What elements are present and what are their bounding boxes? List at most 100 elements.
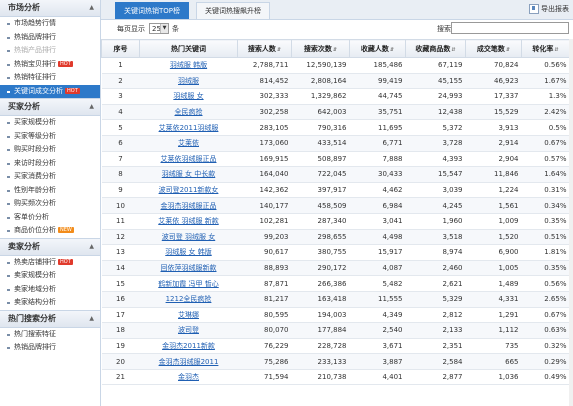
table-cell[interactable]: 波司登2011新款女 [139, 182, 238, 199]
table-cell[interactable]: 全民疯抢 [139, 104, 238, 121]
sidebar-item[interactable]: 买家等级分析 [0, 130, 100, 144]
search-input[interactable] [451, 22, 569, 34]
table-cell: 2,351 [405, 338, 466, 355]
sidebar-item[interactable]: 购买频次分析 [0, 197, 100, 211]
table-cell[interactable]: 金羽杰2011新款 [139, 338, 238, 355]
table-cell[interactable]: 艾莱依羽绒服正品 [139, 151, 238, 168]
table-cell[interactable]: 金羽杰 [139, 369, 238, 386]
table-cell: 11,555 [349, 291, 406, 308]
table-cell: 142,362 [237, 182, 292, 199]
column-header[interactable]: 搜索次数⇵ [291, 39, 350, 58]
sidebar-item[interactable]: 热门搜索特征 [0, 328, 100, 342]
table-cell[interactable]: 波司登 [139, 322, 238, 339]
table-cell: 17 [101, 307, 140, 324]
tab-rising-searches[interactable]: 关键词热搜飙升榜 [196, 2, 270, 19]
sidebar-item[interactable]: 买家消费分析 [0, 170, 100, 184]
sidebar-item[interactable]: 卖家结构分析 [0, 296, 100, 310]
keyword-link[interactable]: 羽绒服 女 韩版 [165, 248, 211, 256]
table-cell: 102,281 [237, 213, 292, 230]
sidebar-item[interactable]: 热销产品排行 [0, 44, 100, 58]
sidebar-item[interactable]: 性别年龄分析 [0, 184, 100, 198]
keyword-link[interactable]: 金羽杰羽绒服2011 [159, 358, 219, 366]
column-header[interactable]: 序号 [101, 39, 140, 58]
sidebar-item[interactable]: 热销品牌排行 [0, 341, 100, 355]
sidebar-item-label: 市场趋势行情 [14, 19, 56, 27]
sidebar-section-header[interactable]: 买家分析 ▲ [0, 98, 100, 116]
sidebar-item[interactable]: 热销宝贝排行 HOT [0, 58, 100, 72]
keyword-link[interactable]: 艾莱依羽绒服正品 [161, 155, 217, 163]
table-cell[interactable]: 金羽杰羽绒服正品 [139, 197, 238, 214]
keyword-link[interactable]: 艾莱依 羽绒服 新款 [158, 217, 218, 225]
keyword-link[interactable]: 羽绒服 [178, 77, 199, 85]
column-header[interactable]: 热门关键词 [139, 39, 238, 58]
table-cell[interactable]: 艾莱依 [139, 135, 238, 152]
keyword-link[interactable]: 羽绒服 韩版 [170, 61, 207, 69]
table-cell: 2 [101, 73, 140, 90]
keyword-link[interactable]: 艾莱依 [178, 139, 199, 147]
sidebar-section-header[interactable]: 热门搜索分析 ▲ [0, 309, 100, 328]
keyword-link[interactable]: 金羽杰2011新款 [162, 342, 215, 350]
column-header[interactable]: 搜索人数⇵ [237, 39, 292, 58]
column-header[interactable]: 成交笔数⇵ [465, 39, 522, 58]
sidebar-section-header[interactable]: 市场分析 ▲ [0, 0, 100, 17]
sidebar-item[interactable]: 热卖店铺排行 HOT [0, 256, 100, 270]
keyword-link[interactable]: 波司登 [178, 326, 199, 334]
table-cell: 4,393 [405, 151, 466, 168]
section-title: 热门搜索分析 [8, 313, 56, 323]
keyword-link[interactable]: 回依萍羽绒服新款 [161, 264, 217, 272]
table-cell[interactable]: 鹤新加霞 冯甲 皙心 [139, 275, 238, 292]
table-cell: 11,695 [349, 119, 406, 136]
column-header[interactable]: 转化率⇵ [521, 39, 570, 58]
sidebar-item[interactable]: 关键词成交分析 HOT [0, 84, 100, 98]
keyword-link[interactable]: 波司登 羽绒服 女 [162, 233, 215, 241]
column-header[interactable]: 收藏商品数⇵ [405, 39, 466, 58]
export-button[interactable]: 导出报表 [529, 4, 569, 15]
keyword-link[interactable]: 金羽杰 [178, 373, 199, 381]
keyword-link[interactable]: 羽绒服 女 [173, 92, 203, 100]
sidebar-item[interactable]: 热销特征排行 [0, 71, 100, 85]
table-cell[interactable]: 波司登 羽绒服 女 [139, 229, 238, 246]
sidebar-item[interactable]: 来访时段分析 [0, 157, 100, 171]
keyword-link[interactable]: 艾琳娜 [178, 311, 199, 319]
table-cell[interactable]: 羽绒服 女 韩版 [139, 244, 238, 261]
keyword-link[interactable]: 全民疯抢 [175, 108, 203, 116]
table-cell: 15,529 [465, 104, 522, 121]
table-cell: 722,045 [291, 166, 350, 183]
keyword-link[interactable]: 金羽杰羽绒服正品 [161, 202, 217, 210]
keyword-link[interactable]: 羽绒服 女 中长款 [162, 170, 215, 178]
sidebar-item[interactable]: 商品价位分析 NEW [0, 224, 100, 238]
table-cell: 21 [101, 369, 140, 386]
tab-top-sellers[interactable]: 关键词热销TOP榜 [115, 2, 190, 19]
table-cell[interactable]: 艾莱依 羽绒服 新款 [139, 213, 238, 230]
table-cell[interactable]: 金羽杰羽绒服2011 [139, 353, 238, 370]
keyword-link[interactable]: 鹤新加霞 冯甲 皙心 [158, 280, 218, 288]
table-cell: 0.56% [521, 275, 570, 292]
sidebar-item[interactable]: 卖家地域分析 [0, 283, 100, 297]
per-page-select[interactable]: 25 ▼ [149, 23, 169, 34]
sidebar-item[interactable]: 客单价分析 [0, 211, 100, 225]
sidebar-section-header[interactable]: 卖家分析 ▲ [0, 237, 100, 256]
table-cell[interactable]: 艾琳娜 [139, 307, 238, 324]
sidebar-item[interactable]: 购买时段分析 [0, 143, 100, 157]
column-header[interactable]: 收藏人数⇵ [349, 39, 406, 58]
tab-bar: 关键词热销TOP榜 关键词热搜飙升榜 导出报表 [101, 0, 573, 20]
table-cell[interactable]: 羽绒服 韩版 [139, 57, 238, 74]
sidebar-item[interactable]: 热销品牌排行 [0, 31, 100, 45]
table-cell: 0.31% [521, 182, 570, 199]
table-cell[interactable]: 羽绒服 女 中长款 [139, 166, 238, 183]
table-cell[interactable]: 羽绒服 女 [139, 88, 238, 105]
keyword-link[interactable]: 1212全民疯抢 [166, 295, 212, 303]
keyword-link[interactable]: 波司登2011新款女 [159, 186, 219, 194]
sidebar-item[interactable]: 卖家规模分析 [0, 269, 100, 283]
table-cell: 7 [101, 151, 140, 168]
sidebar-item-label: 热销特征排行 [14, 73, 56, 81]
table-cell[interactable]: 羽绒服 [139, 73, 238, 90]
table-row: 12 波司登 羽绒服 女 99,203 298,655 4,498 3,518 1,520 0… [101, 229, 570, 246]
table-cell[interactable]: 回依萍羽绒服新款 [139, 260, 238, 277]
scrollbar[interactable] [569, 39, 573, 406]
sidebar-item[interactable]: 买家规模分析 [0, 116, 100, 130]
table-cell[interactable]: 1212全民疯抢 [139, 291, 238, 308]
table-cell[interactable]: 艾莱依2011羽绒服 [139, 119, 238, 136]
keyword-link[interactable]: 艾莱依2011羽绒服 [159, 124, 219, 132]
sidebar-item[interactable]: 市场趋势行情 [0, 17, 100, 31]
